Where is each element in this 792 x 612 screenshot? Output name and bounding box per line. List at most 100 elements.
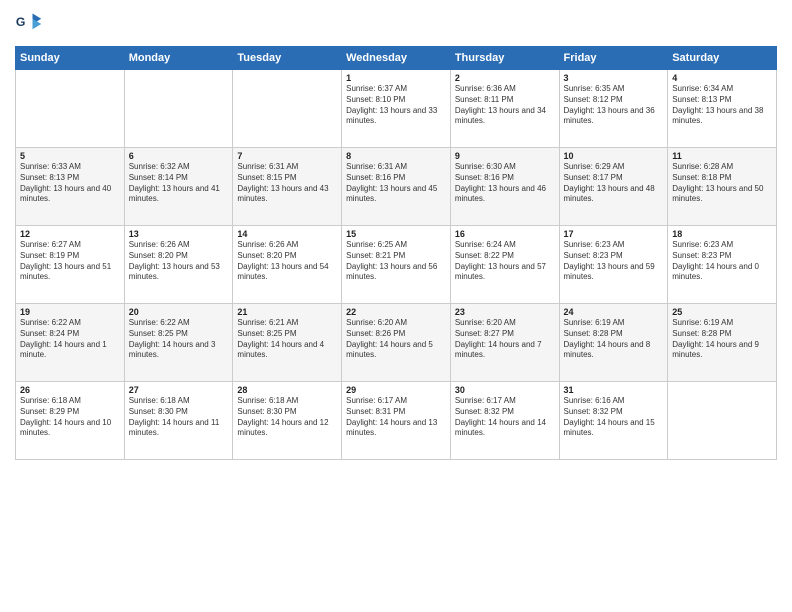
calendar-header: SundayMondayTuesdayWednesdayThursdayFrid…: [16, 47, 777, 70]
day-cell: 29Sunrise: 6:17 AM Sunset: 8:31 PM Dayli…: [342, 382, 451, 460]
day-number: 27: [129, 385, 229, 395]
day-cell: 15Sunrise: 6:25 AM Sunset: 8:21 PM Dayli…: [342, 226, 451, 304]
day-cell: 19Sunrise: 6:22 AM Sunset: 8:24 PM Dayli…: [16, 304, 125, 382]
day-cell: 18Sunrise: 6:23 AM Sunset: 8:23 PM Dayli…: [668, 226, 777, 304]
column-header-sunday: Sunday: [16, 47, 125, 70]
day-cell: [233, 70, 342, 148]
day-info: Sunrise: 6:18 AM Sunset: 8:30 PM Dayligh…: [237, 396, 337, 439]
day-info: Sunrise: 6:27 AM Sunset: 8:19 PM Dayligh…: [20, 240, 120, 283]
day-cell: [668, 382, 777, 460]
day-number: 31: [564, 385, 664, 395]
day-number: 26: [20, 385, 120, 395]
day-number: 28: [237, 385, 337, 395]
day-number: 25: [672, 307, 772, 317]
day-cell: 20Sunrise: 6:22 AM Sunset: 8:25 PM Dayli…: [124, 304, 233, 382]
day-cell: 16Sunrise: 6:24 AM Sunset: 8:22 PM Dayli…: [450, 226, 559, 304]
day-number: 2: [455, 73, 555, 83]
column-header-friday: Friday: [559, 47, 668, 70]
day-info: Sunrise: 6:34 AM Sunset: 8:13 PM Dayligh…: [672, 84, 772, 127]
day-info: Sunrise: 6:29 AM Sunset: 8:17 PM Dayligh…: [564, 162, 664, 205]
day-number: 6: [129, 151, 229, 161]
day-cell: 12Sunrise: 6:27 AM Sunset: 8:19 PM Dayli…: [16, 226, 125, 304]
column-header-thursday: Thursday: [450, 47, 559, 70]
day-info: Sunrise: 6:24 AM Sunset: 8:22 PM Dayligh…: [455, 240, 555, 283]
day-number: 23: [455, 307, 555, 317]
day-number: 11: [672, 151, 772, 161]
day-cell: 3Sunrise: 6:35 AM Sunset: 8:12 PM Daylig…: [559, 70, 668, 148]
header: G: [15, 10, 777, 38]
day-info: Sunrise: 6:35 AM Sunset: 8:12 PM Dayligh…: [564, 84, 664, 127]
svg-text:G: G: [16, 15, 26, 29]
column-header-saturday: Saturday: [668, 47, 777, 70]
day-number: 4: [672, 73, 772, 83]
day-cell: 5Sunrise: 6:33 AM Sunset: 8:13 PM Daylig…: [16, 148, 125, 226]
day-info: Sunrise: 6:28 AM Sunset: 8:18 PM Dayligh…: [672, 162, 772, 205]
day-cell: 13Sunrise: 6:26 AM Sunset: 8:20 PM Dayli…: [124, 226, 233, 304]
day-number: 17: [564, 229, 664, 239]
day-number: 14: [237, 229, 337, 239]
day-cell: 21Sunrise: 6:21 AM Sunset: 8:25 PM Dayli…: [233, 304, 342, 382]
day-info: Sunrise: 6:26 AM Sunset: 8:20 PM Dayligh…: [129, 240, 229, 283]
day-number: 18: [672, 229, 772, 239]
day-cell: 9Sunrise: 6:30 AM Sunset: 8:16 PM Daylig…: [450, 148, 559, 226]
day-info: Sunrise: 6:19 AM Sunset: 8:28 PM Dayligh…: [564, 318, 664, 361]
week-row-3: 19Sunrise: 6:22 AM Sunset: 8:24 PM Dayli…: [16, 304, 777, 382]
day-cell: 26Sunrise: 6:18 AM Sunset: 8:29 PM Dayli…: [16, 382, 125, 460]
day-number: 24: [564, 307, 664, 317]
day-info: Sunrise: 6:32 AM Sunset: 8:14 PM Dayligh…: [129, 162, 229, 205]
day-info: Sunrise: 6:16 AM Sunset: 8:32 PM Dayligh…: [564, 396, 664, 439]
day-cell: 17Sunrise: 6:23 AM Sunset: 8:23 PM Dayli…: [559, 226, 668, 304]
day-number: 5: [20, 151, 120, 161]
day-number: 9: [455, 151, 555, 161]
header-row: SundayMondayTuesdayWednesdayThursdayFrid…: [16, 47, 777, 70]
day-number: 12: [20, 229, 120, 239]
day-number: 29: [346, 385, 446, 395]
day-number: 1: [346, 73, 446, 83]
day-cell: 4Sunrise: 6:34 AM Sunset: 8:13 PM Daylig…: [668, 70, 777, 148]
day-cell: [16, 70, 125, 148]
day-cell: 31Sunrise: 6:16 AM Sunset: 8:32 PM Dayli…: [559, 382, 668, 460]
day-number: 10: [564, 151, 664, 161]
day-info: Sunrise: 6:18 AM Sunset: 8:30 PM Dayligh…: [129, 396, 229, 439]
day-info: Sunrise: 6:25 AM Sunset: 8:21 PM Dayligh…: [346, 240, 446, 283]
day-number: 30: [455, 385, 555, 395]
day-cell: 1Sunrise: 6:37 AM Sunset: 8:10 PM Daylig…: [342, 70, 451, 148]
day-info: Sunrise: 6:20 AM Sunset: 8:27 PM Dayligh…: [455, 318, 555, 361]
day-info: Sunrise: 6:19 AM Sunset: 8:28 PM Dayligh…: [672, 318, 772, 361]
day-cell: 14Sunrise: 6:26 AM Sunset: 8:20 PM Dayli…: [233, 226, 342, 304]
day-cell: 27Sunrise: 6:18 AM Sunset: 8:30 PM Dayli…: [124, 382, 233, 460]
day-cell: 25Sunrise: 6:19 AM Sunset: 8:28 PM Dayli…: [668, 304, 777, 382]
day-info: Sunrise: 6:18 AM Sunset: 8:29 PM Dayligh…: [20, 396, 120, 439]
day-number: 22: [346, 307, 446, 317]
column-header-tuesday: Tuesday: [233, 47, 342, 70]
calendar-page: G SundayMondayTuesdayWednesdayThursdayFr…: [0, 0, 792, 612]
day-info: Sunrise: 6:22 AM Sunset: 8:24 PM Dayligh…: [20, 318, 120, 361]
day-info: Sunrise: 6:33 AM Sunset: 8:13 PM Dayligh…: [20, 162, 120, 205]
day-cell: 8Sunrise: 6:31 AM Sunset: 8:16 PM Daylig…: [342, 148, 451, 226]
day-cell: 28Sunrise: 6:18 AM Sunset: 8:30 PM Dayli…: [233, 382, 342, 460]
day-info: Sunrise: 6:22 AM Sunset: 8:25 PM Dayligh…: [129, 318, 229, 361]
day-cell: 2Sunrise: 6:36 AM Sunset: 8:11 PM Daylig…: [450, 70, 559, 148]
week-row-2: 12Sunrise: 6:27 AM Sunset: 8:19 PM Dayli…: [16, 226, 777, 304]
day-cell: 7Sunrise: 6:31 AM Sunset: 8:15 PM Daylig…: [233, 148, 342, 226]
day-cell: [124, 70, 233, 148]
day-number: 16: [455, 229, 555, 239]
column-header-monday: Monday: [124, 47, 233, 70]
column-header-wednesday: Wednesday: [342, 47, 451, 70]
day-number: 3: [564, 73, 664, 83]
day-number: 21: [237, 307, 337, 317]
week-row-4: 26Sunrise: 6:18 AM Sunset: 8:29 PM Dayli…: [16, 382, 777, 460]
day-info: Sunrise: 6:31 AM Sunset: 8:15 PM Dayligh…: [237, 162, 337, 205]
calendar-body: 1Sunrise: 6:37 AM Sunset: 8:10 PM Daylig…: [16, 70, 777, 460]
day-info: Sunrise: 6:30 AM Sunset: 8:16 PM Dayligh…: [455, 162, 555, 205]
day-info: Sunrise: 6:17 AM Sunset: 8:32 PM Dayligh…: [455, 396, 555, 439]
day-info: Sunrise: 6:37 AM Sunset: 8:10 PM Dayligh…: [346, 84, 446, 127]
day-cell: 10Sunrise: 6:29 AM Sunset: 8:17 PM Dayli…: [559, 148, 668, 226]
day-info: Sunrise: 6:21 AM Sunset: 8:25 PM Dayligh…: [237, 318, 337, 361]
day-number: 13: [129, 229, 229, 239]
week-row-1: 5Sunrise: 6:33 AM Sunset: 8:13 PM Daylig…: [16, 148, 777, 226]
day-cell: 22Sunrise: 6:20 AM Sunset: 8:26 PM Dayli…: [342, 304, 451, 382]
logo-icon: G: [15, 10, 43, 38]
day-number: 19: [20, 307, 120, 317]
day-number: 15: [346, 229, 446, 239]
